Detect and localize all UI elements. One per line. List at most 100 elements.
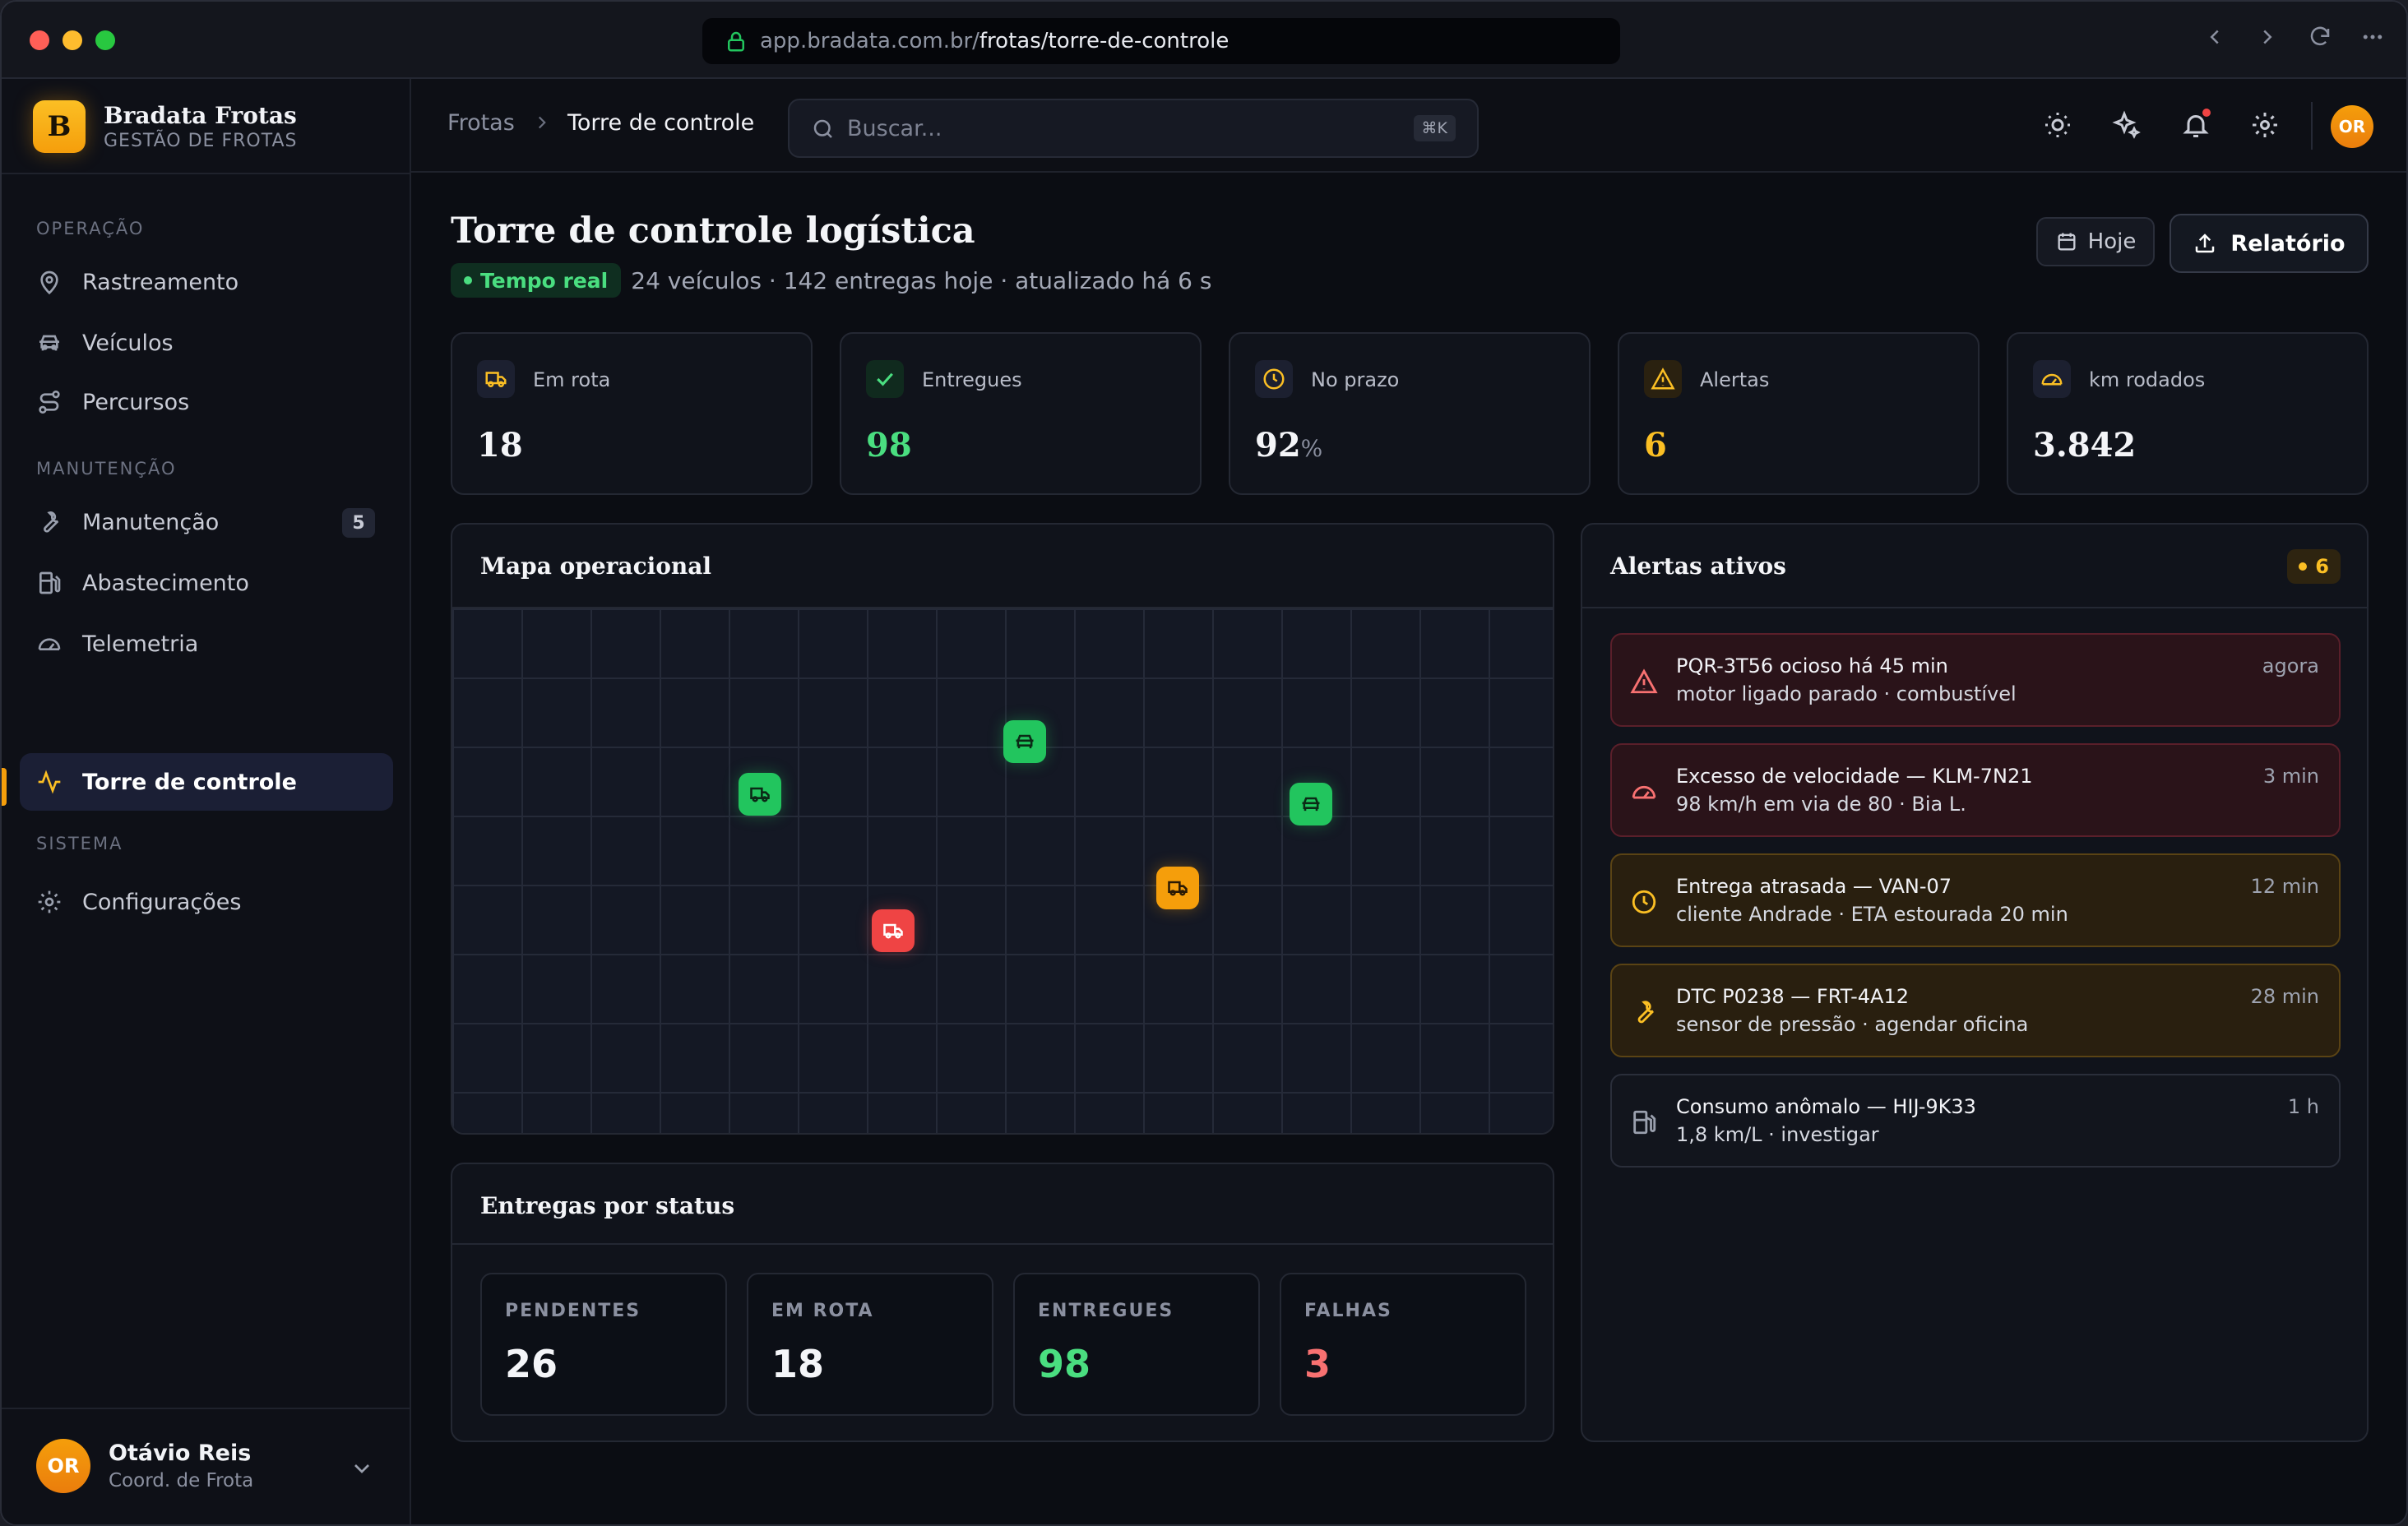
kpi-label: No prazo	[1311, 368, 1400, 391]
user-name: Otávio Reis	[109, 1440, 252, 1466]
address-bar[interactable]: app.bradata.com.br/frotas/torre-de-contr…	[702, 18, 1620, 64]
status-label: EM ROTA	[771, 1301, 874, 1321]
settings-button[interactable]	[2247, 107, 2283, 143]
minimize-window-button[interactable]	[63, 30, 82, 50]
vehicle-marker-car[interactable]	[1290, 783, 1332, 825]
section-label-sistema: SISTEMA	[36, 834, 123, 853]
alert-item[interactable]: Entrega atrasada — VAN-07 cliente Andrad…	[1610, 853, 2341, 947]
vehicle-marker-car[interactable]	[1003, 720, 1046, 763]
alert-item[interactable]: PQR-3T56 ocioso há 45 min motor ligado p…	[1610, 633, 2341, 727]
kpi-label: Em rota	[533, 368, 611, 391]
alert-time: agora	[2262, 654, 2319, 677]
sidebar-item-telemetria[interactable]: Telemetria	[20, 615, 393, 673]
kpi-value: 18	[477, 426, 523, 465]
gauge-icon	[1632, 785, 1656, 799]
sidebar: B Bradata Frotas GESTÃO DE FROTAS OPERAÇ…	[2, 79, 411, 1524]
active-indicator	[2, 768, 7, 806]
forward-icon[interactable]	[2255, 25, 2280, 49]
gauge-icon	[2041, 373, 2063, 386]
sidebar-item-torre-de-controle[interactable]: Torre de controle	[20, 753, 393, 811]
alert-item[interactable]: Excesso de velocidade — KLM-7N21 98 km/h…	[1610, 743, 2341, 837]
alert-item[interactable]: Consumo anômalo — HIJ-9K33 1,8 km/L · in…	[1610, 1074, 2341, 1168]
map-pin-icon	[40, 271, 58, 295]
alert-desc: cliente Andrade · ETA estourada 20 min	[1676, 903, 2068, 926]
status-label: ENTREGUES	[1038, 1301, 1174, 1321]
browser-toolbar: app.bradata.com.br/frotas/torre-de-contr…	[2, 2, 2406, 79]
deliveries-title: Entregas por status	[480, 1192, 735, 1219]
wrench-icon	[1637, 1001, 1654, 1024]
vehicle-marker-truck[interactable]	[872, 909, 915, 952]
alert-desc: 1,8 km/L · investigar	[1676, 1123, 1879, 1146]
alerts-title: Alertas ativos	[1610, 553, 1786, 580]
sidebar-item-manutencao[interactable]: Manutenção 5	[20, 493, 393, 551]
page-title: Torre de controle logística	[451, 210, 975, 252]
upload-icon	[2196, 234, 2215, 253]
alert-title: Entrega atrasada — VAN-07	[1676, 875, 1952, 898]
topbar: Frotas Torre de controle ⌘K OR	[411, 79, 2406, 173]
sidebar-item-veiculos[interactable]: Veículos	[20, 314, 393, 372]
sidebar-item-percursos[interactable]: Percursos	[20, 373, 393, 431]
alert-desc: sensor de pressão · agendar oficina	[1676, 1013, 2029, 1036]
status-value: 3	[1304, 1342, 1331, 1386]
sidebar-divider	[2, 173, 410, 174]
kpi-value: 6	[1644, 426, 1667, 465]
operational-map[interactable]	[452, 608, 1553, 1133]
topbar-divider	[2311, 102, 2313, 150]
chevron-down-icon[interactable]	[349, 1455, 375, 1482]
more-icon[interactable]	[2360, 25, 2385, 49]
sun-icon	[2045, 113, 2070, 137]
vehicle-marker-truck[interactable]	[739, 773, 781, 816]
alert-title: PQR-3T56 ocioso há 45 min	[1676, 654, 1948, 677]
alert-desc: 98 km/h em via de 80 · Bia L.	[1676, 793, 1966, 816]
user-profile[interactable]: OR Otávio Reis Coord. de Frota	[2, 1408, 410, 1524]
sidebar-item-abastecimento[interactable]: Abastecimento	[20, 554, 393, 612]
gauge-icon	[38, 638, 61, 650]
alert-desc: motor ligado parado · combustível	[1676, 682, 2017, 705]
alert-time: 28 min	[2250, 985, 2319, 1008]
page-subtitle: 24 veículos · 142 entregas hoje · atuali…	[631, 266, 1212, 294]
reload-icon[interactable]	[2308, 25, 2332, 49]
status-value: 26	[505, 1342, 558, 1386]
sidebar-item-label: Veículos	[82, 330, 174, 356]
kpi-label: km rodados	[2089, 368, 2206, 391]
status-value: 18	[771, 1342, 825, 1386]
kpi-card-em-rota: Em rota 18	[451, 332, 813, 495]
maintenance-count-badge: 5	[342, 508, 375, 538]
deliveries-panel: Entregas por status PENDENTES 26 EM ROTA…	[451, 1163, 1554, 1442]
back-icon[interactable]	[2202, 25, 2227, 49]
search-box[interactable]: ⌘K	[788, 99, 1479, 158]
status-card-entregues: ENTREGUES 98	[1013, 1273, 1260, 1416]
alert-time: 1 h	[2287, 1095, 2319, 1118]
vehicle-marker-truck[interactable]	[1156, 867, 1199, 909]
alert-time: 12 min	[2250, 875, 2319, 898]
search-shortcut: ⌘K	[1413, 115, 1456, 141]
alert-time: 3 min	[2262, 765, 2319, 788]
fuel-icon	[1633, 1110, 1656, 1135]
today-button[interactable]: Hoje	[2036, 217, 2155, 266]
brand[interactable]: B Bradata Frotas GESTÃO DE FROTAS	[33, 100, 297, 153]
brand-subtitle: GESTÃO DE FROTAS	[104, 131, 298, 151]
alert-count-badge: 6	[2287, 549, 2341, 584]
sidebar-item-rastreamento[interactable]: Rastreamento	[20, 253, 393, 311]
breadcrumb-frotas[interactable]: Frotas	[447, 110, 515, 136]
alert-item[interactable]: DTC P0238 — FRT-4A12 sensor de pressão ·…	[1610, 964, 2341, 1057]
avatar: OR	[36, 1439, 90, 1493]
sidebar-item-configuracoes[interactable]: Configurações	[20, 873, 393, 931]
map-title: Mapa operacional	[480, 553, 712, 580]
sidebar-item-label: Manutenção	[82, 509, 220, 535]
status-card-pendentes: PENDENTES 26	[480, 1273, 727, 1416]
maximize-window-button[interactable]	[95, 30, 115, 50]
ai-assistant-button[interactable]	[2109, 107, 2145, 143]
kpi-card-entregues: Entregues 98	[840, 332, 1202, 495]
activity-icon	[38, 770, 61, 794]
report-button[interactable]: Relatório	[2170, 214, 2369, 273]
breadcrumb-current: Torre de controle	[567, 110, 755, 136]
sidebar-item-label: Abastecimento	[82, 570, 249, 596]
kpi-card-no-prazo: No prazo 92%	[1229, 332, 1591, 495]
close-window-button[interactable]	[30, 30, 49, 50]
theme-toggle-button[interactable]	[2040, 107, 2076, 143]
notifications-button[interactable]	[2178, 107, 2214, 143]
sidebar-item-label: Rastreamento	[82, 269, 239, 295]
search-input[interactable]	[847, 100, 1373, 156]
avatar[interactable]: OR	[2331, 105, 2373, 148]
